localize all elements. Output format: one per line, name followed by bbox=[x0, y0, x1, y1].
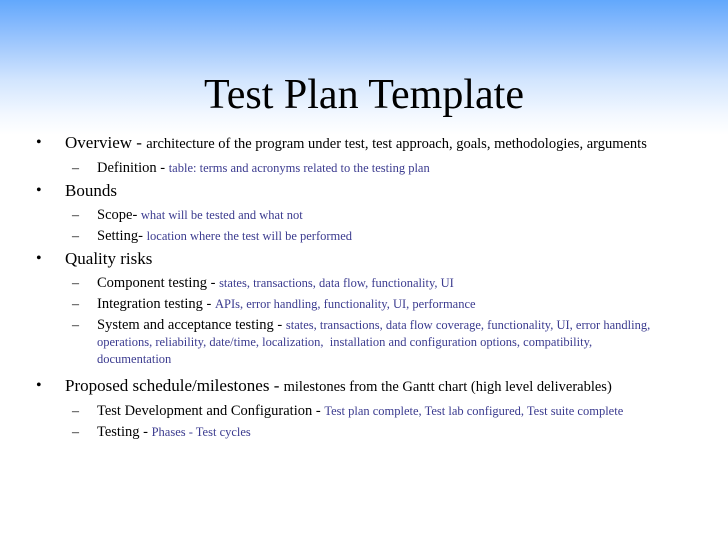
dash-icon: – bbox=[72, 425, 79, 440]
dash-icon: – bbox=[72, 276, 79, 291]
subitem-description: table: terms and acronyms related to the… bbox=[168, 161, 430, 175]
subitem-setting: – Setting- location where the test will … bbox=[0, 228, 728, 245]
bullet-icon: • bbox=[36, 134, 42, 151]
subitem-description: APIs, error handling, functionality, UI,… bbox=[215, 297, 476, 311]
bullet-list: • Overview - architecture of the program… bbox=[0, 130, 728, 443]
bullet-icon: • bbox=[36, 377, 42, 394]
subitem-separator: - bbox=[132, 207, 141, 223]
bullet-label: Overview bbox=[65, 133, 133, 152]
subitem-separator: - bbox=[202, 296, 215, 312]
subitem-label: Definition bbox=[97, 160, 157, 176]
subitem-separator: - bbox=[273, 317, 286, 333]
subitem-separator: - bbox=[138, 228, 147, 244]
subitem-testing: – Testing - Phases - Test cycles bbox=[0, 424, 728, 441]
subitem-separator: - bbox=[139, 424, 152, 440]
subitem-label: Testing bbox=[97, 424, 140, 440]
bullet-label: Proposed schedule/milestones bbox=[65, 376, 270, 395]
subitem-scope: – Scope- what will be tested and what no… bbox=[0, 207, 728, 224]
subitem-label: Scope bbox=[97, 207, 133, 223]
subitem-definition: – Definition - table: terms and acronyms… bbox=[0, 160, 728, 177]
dash-icon: – bbox=[72, 229, 79, 244]
dash-icon: – bbox=[72, 404, 79, 419]
bullet-icon: • bbox=[36, 250, 42, 267]
bullet-icon: • bbox=[36, 182, 42, 199]
subitem-description: states, transactions, data flow, functio… bbox=[219, 276, 454, 290]
subitem-integration-testing: – Integration testing - APIs, error hand… bbox=[0, 296, 728, 313]
subitem-separator: - bbox=[156, 160, 169, 176]
subitem-description: Phases - Test cycles bbox=[151, 425, 251, 439]
subitem-label: Integration testing bbox=[97, 296, 203, 312]
dash-icon: – bbox=[72, 208, 79, 223]
subitem-label: System and acceptance testing bbox=[97, 317, 274, 333]
slide: Test Plan Template • Overview - architec… bbox=[0, 0, 728, 546]
dash-icon: – bbox=[72, 297, 79, 312]
bullet-separator: - bbox=[132, 133, 147, 152]
bullet-label: Bounds bbox=[65, 181, 117, 200]
bullet-description: milestones from the Gantt chart (high le… bbox=[283, 379, 612, 395]
subitem-label: Test Development and Configuration bbox=[97, 403, 313, 419]
subitem-label: Component testing bbox=[97, 275, 207, 291]
dash-icon: – bbox=[72, 318, 79, 333]
bullet-item-overview: • Overview - architecture of the program… bbox=[0, 131, 728, 156]
subitem-separator: - bbox=[312, 403, 325, 419]
subitem-label: Setting bbox=[97, 228, 139, 244]
subitem-description: what will be tested and what not bbox=[140, 208, 303, 222]
subitem-test-development-configuration: – Test Development and Configuration - T… bbox=[0, 403, 728, 420]
bullet-description: architecture of the program under test, … bbox=[146, 136, 647, 152]
bullet-separator: - bbox=[269, 376, 284, 395]
bullet-item-proposed-schedule: • Proposed schedule/milestones - milesto… bbox=[0, 374, 728, 399]
subitem-separator: - bbox=[206, 275, 220, 291]
subitem-description: Test plan complete, Test lab configured,… bbox=[324, 404, 624, 418]
subitem-component-testing: – Component testing - states, transactio… bbox=[0, 275, 728, 292]
bullet-item-bounds: • Bounds bbox=[0, 179, 728, 203]
dash-icon: – bbox=[72, 161, 79, 176]
subitem-description: location where the test will be performe… bbox=[146, 229, 353, 243]
bullet-item-quality-risks: • Quality risks bbox=[0, 247, 728, 271]
bullet-label: Quality risks bbox=[65, 249, 153, 268]
subitem-system-acceptance-testing: – System and acceptance testing - states… bbox=[0, 317, 728, 368]
slide-title: Test Plan Template bbox=[204, 72, 524, 118]
